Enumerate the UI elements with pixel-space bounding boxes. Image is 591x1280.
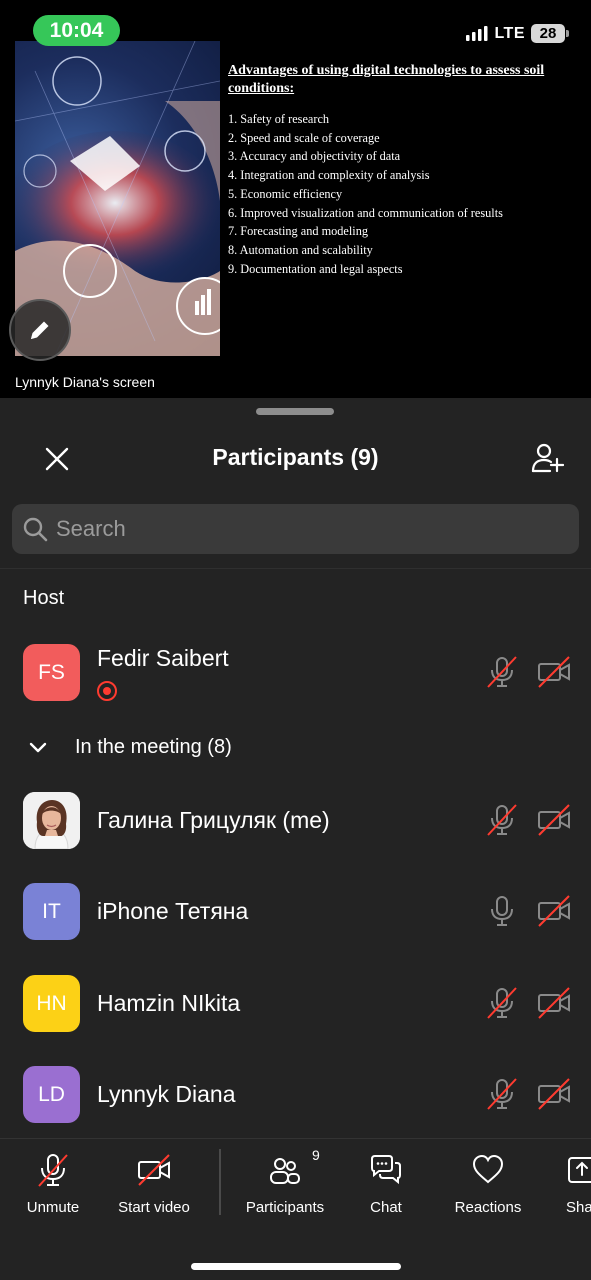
network-type: LTE xyxy=(494,24,525,42)
meeting-toolbar: Unmute Start video 9 Participants Chat R… xyxy=(0,1138,591,1280)
camera-off-icon xyxy=(138,1154,170,1186)
participant-row[interactable]: LD Lynnyk Diana xyxy=(0,1065,591,1137)
start-video-button[interactable]: Start video xyxy=(113,1153,195,1223)
search-input[interactable] xyxy=(56,516,536,542)
recording-icon xyxy=(97,681,117,701)
slide-list-item: 6. Improved visualization and communicat… xyxy=(228,205,503,220)
slide-list-item: 1. Safety of research xyxy=(228,112,330,126)
reactions-button[interactable]: Reactions xyxy=(452,1153,524,1223)
participant-row[interactable]: IT iPhone Тетяна xyxy=(0,882,591,954)
slide-list-item: 3. Accuracy and objectivity of data xyxy=(228,149,401,164)
chevron-down-icon xyxy=(29,742,47,753)
avatar: HN xyxy=(23,975,80,1032)
signal-icon xyxy=(466,26,488,41)
share-icon xyxy=(568,1157,591,1183)
slide-list-item: 8. Automation and scalability xyxy=(228,242,373,257)
mic-muted-icon xyxy=(487,987,517,1019)
reactions-label: Reactions xyxy=(454,1199,522,1216)
slide-list-item: 5. Economic efficiency xyxy=(228,186,343,201)
add-person-icon xyxy=(531,443,564,473)
mic-muted-icon xyxy=(38,1154,68,1187)
mic-muted-icon xyxy=(487,1078,517,1110)
host-section-label: Host xyxy=(23,587,65,609)
sheet-title: Participants (9) xyxy=(212,444,379,470)
mic-muted-icon xyxy=(487,656,517,688)
participants-sheet: Participants (9) Host FS Fedir Saibert xyxy=(0,398,591,1138)
slide-list-item: 4. Integration and complexity of analysi… xyxy=(228,168,430,183)
participant-name: Fedir Saibert xyxy=(97,645,229,671)
invite-button[interactable] xyxy=(527,438,567,478)
chat-label: Chat xyxy=(370,1199,402,1216)
toolbar-separator xyxy=(219,1149,221,1215)
divider xyxy=(0,568,591,569)
avatar: IT xyxy=(23,883,80,940)
participants-button[interactable]: 9 Participants xyxy=(242,1147,328,1223)
mic-icon xyxy=(491,896,513,926)
participant-name: Hamzin NIkita xyxy=(97,990,241,1016)
participant-name: iPhone Тетяна xyxy=(97,898,249,924)
avatar: LD xyxy=(23,1066,80,1123)
status-bar-right: LTE 28 xyxy=(466,24,569,43)
chat-icon xyxy=(371,1155,401,1185)
search-bar[interactable] xyxy=(12,504,579,554)
camera-off-icon xyxy=(538,987,570,1019)
camera-off-icon xyxy=(538,895,570,927)
shared-screen[interactable]: 10:04 LTE 28 Advantages of using digital… xyxy=(0,0,591,398)
status-time: 10:04 xyxy=(33,15,120,46)
participant-name: Галина Грицуляк (me) xyxy=(97,807,330,833)
camera-off-icon xyxy=(538,656,570,688)
slide-title: Advantages of using digital technologies… xyxy=(228,63,545,96)
in-meeting-group-header[interactable]: In the meeting (8) xyxy=(0,734,591,764)
unmute-button[interactable]: Unmute xyxy=(22,1153,84,1223)
participant-row[interactable]: HN Hamzin NIkita xyxy=(0,974,591,1046)
unmute-label: Unmute xyxy=(26,1199,80,1216)
chat-button[interactable]: Chat xyxy=(366,1153,406,1223)
battery-icon: 28 xyxy=(531,24,569,43)
camera-off-icon xyxy=(538,1078,570,1110)
slide-text: Advantages of using digital technologies… xyxy=(228,62,578,278)
sheet-grabber[interactable] xyxy=(256,408,334,415)
share-button[interactable]: Share xyxy=(566,1153,591,1223)
camera-off-icon xyxy=(538,804,570,836)
slide-list-item: 2. Speed and scale of coverage xyxy=(228,130,380,145)
participants-count-badge: 9 xyxy=(312,1147,320,1163)
sheet-header: Participants (9) xyxy=(0,428,591,488)
share-label: Share xyxy=(566,1199,591,1216)
avatar: FS xyxy=(23,644,80,701)
heart-icon xyxy=(472,1154,504,1184)
participant-row-host[interactable]: FS Fedir Saibert xyxy=(0,643,591,715)
in-meeting-label: In the meeting (8) xyxy=(75,736,232,758)
slide-list-item: 7. Forecasting and modeling xyxy=(228,224,369,239)
avatar-photo xyxy=(23,792,80,849)
shared-screen-label: Lynnyk Diana's screen xyxy=(15,374,155,390)
annotate-button[interactable] xyxy=(9,299,71,361)
participant-row[interactable]: Галина Грицуляк (me) xyxy=(0,791,591,863)
mic-muted-icon xyxy=(487,804,517,836)
participants-label: Participants xyxy=(245,1199,325,1216)
participant-name: Lynnyk Diana xyxy=(97,1081,236,1107)
start-video-label: Start video xyxy=(118,1199,190,1216)
slide-list-item: 9. Documentation and legal aspects xyxy=(228,261,403,276)
pencil-icon xyxy=(31,321,49,339)
search-icon xyxy=(23,517,48,542)
people-icon xyxy=(270,1158,300,1184)
slide-list: 1. Safety of research 2. Speed and scale… xyxy=(228,110,578,278)
home-indicator[interactable] xyxy=(191,1263,401,1270)
